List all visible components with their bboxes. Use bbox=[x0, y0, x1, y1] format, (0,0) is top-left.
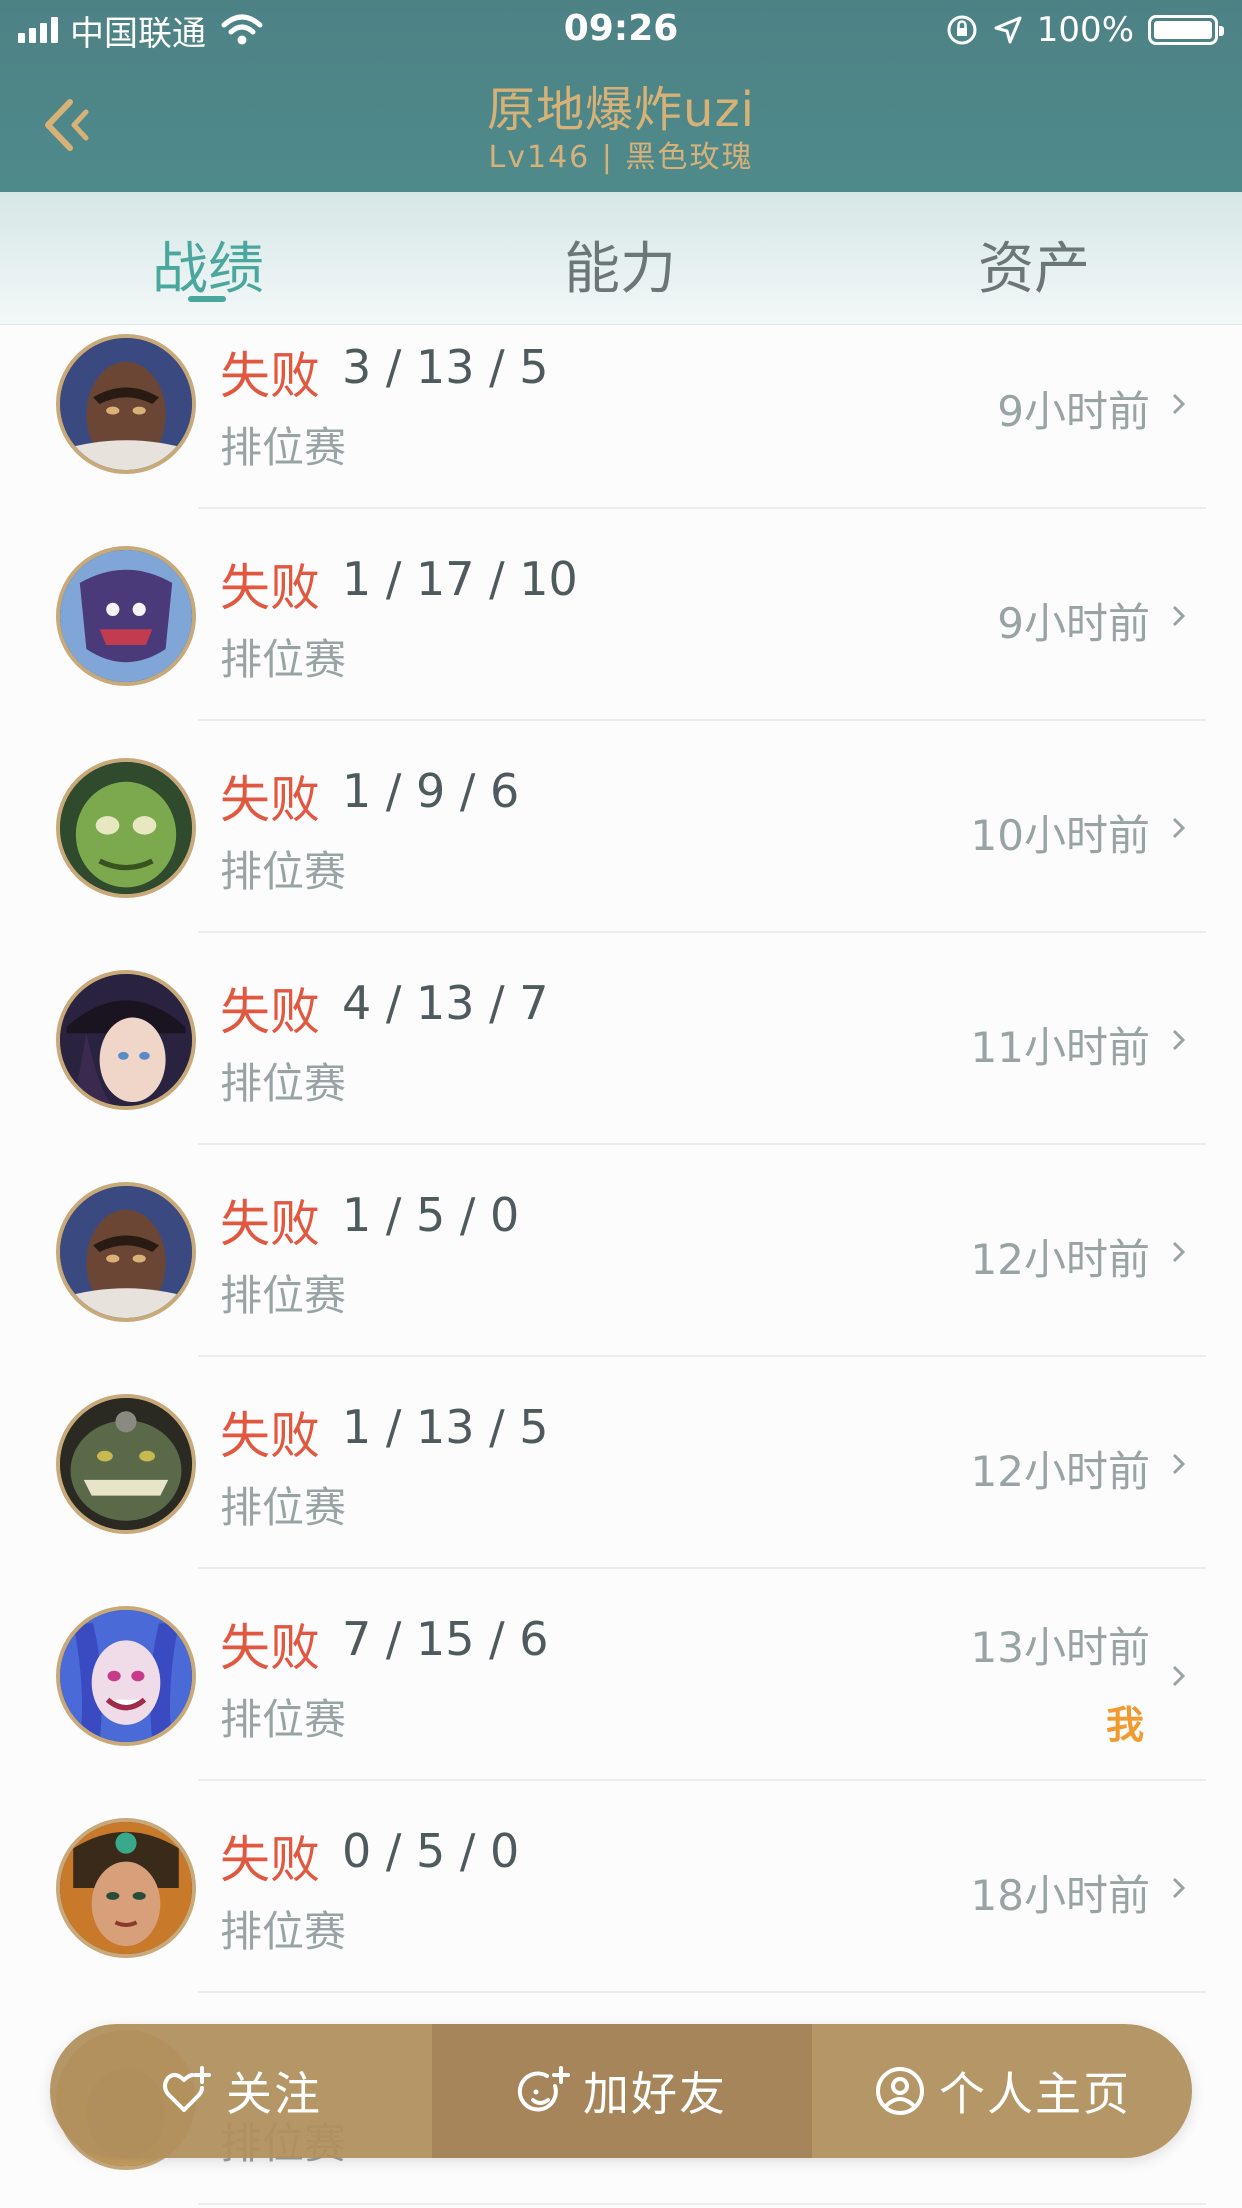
match-result: 失败 bbox=[220, 1831, 320, 1889]
match-row[interactable]: 失败 1 / 5 / 0 排位赛 12小时前 bbox=[0, 1170, 1242, 1382]
add-friend-button[interactable]: 加好友 bbox=[432, 2024, 812, 2158]
chevron-right-icon bbox=[1172, 1241, 1186, 1263]
page-title: 原地爆炸uzi bbox=[487, 82, 755, 138]
match-result: 失败 bbox=[220, 559, 320, 617]
chevron-right-icon bbox=[1172, 605, 1186, 627]
tab-record[interactable]: 战绩 bbox=[88, 224, 328, 305]
user-circle-icon bbox=[876, 2067, 924, 2115]
tab-ability[interactable]: 能力 bbox=[500, 224, 740, 305]
row-divider bbox=[198, 1779, 1206, 1781]
match-row[interactable]: 失败 1 / 13 / 5 排位赛 12小时前 bbox=[0, 1382, 1242, 1594]
match-kda: 3 / 13 / 5 bbox=[342, 340, 549, 394]
row-divider bbox=[198, 507, 1206, 509]
match-kda: 1 / 13 / 5 bbox=[342, 1400, 549, 1454]
profile-button[interactable]: 个人主页 bbox=[812, 2024, 1192, 2158]
match-result: 失败 bbox=[220, 1619, 320, 1677]
chevron-right-icon bbox=[1172, 817, 1186, 839]
chevron-right-icon bbox=[1172, 393, 1186, 415]
me-badge: 我 bbox=[1105, 1703, 1144, 1747]
match-kda: 4 / 13 / 7 bbox=[342, 976, 549, 1030]
location-icon bbox=[994, 16, 1022, 44]
tab-bar: 战绩 能力 资产 bbox=[0, 192, 1242, 325]
match-row[interactable]: 失败 7 / 15 / 6 排位赛 13小时前 我 bbox=[0, 1594, 1242, 1806]
tab-assets[interactable]: 资产 bbox=[914, 224, 1154, 305]
match-row[interactable]: 失败 1 / 17 / 10 排位赛 9小时前 bbox=[0, 534, 1242, 746]
profile-label: 个人主页 bbox=[939, 2067, 1131, 2121]
follow-button[interactable]: 关注 bbox=[50, 2024, 432, 2158]
match-time: 13小时前 bbox=[970, 1623, 1150, 1672]
match-mode: 排位赛 bbox=[220, 1907, 347, 1956]
match-mode: 排位赛 bbox=[220, 423, 347, 472]
match-kda: 7 / 15 / 6 bbox=[342, 1612, 549, 1666]
match-row[interactable]: 失败 3 / 13 / 5 排位赛 9小时前 bbox=[0, 324, 1242, 534]
match-kda: 0 / 5 / 0 bbox=[342, 1824, 520, 1878]
champion-avatar bbox=[56, 970, 196, 1110]
chevron-right-icon bbox=[1172, 1877, 1186, 1899]
add-friend-icon bbox=[517, 2066, 570, 2112]
status-bar-right: 100% bbox=[945, 8, 1224, 52]
match-kda: 1 / 9 / 6 bbox=[342, 764, 520, 818]
row-divider bbox=[198, 931, 1206, 933]
row-divider bbox=[198, 2203, 1206, 2205]
match-time: 10小时前 bbox=[970, 811, 1150, 860]
match-row[interactable]: 失败 0 / 5 / 0 排位赛 18小时前 bbox=[0, 1806, 1242, 2018]
row-divider bbox=[198, 1991, 1206, 1993]
match-row[interactable]: 失败 4 / 13 / 7 排位赛 11小时前 bbox=[0, 958, 1242, 1170]
match-time: 9小时前 bbox=[997, 387, 1150, 436]
match-result: 失败 bbox=[220, 1407, 320, 1465]
match-mode: 排位赛 bbox=[220, 1483, 347, 1532]
match-kda: 1 / 5 / 0 bbox=[342, 1188, 520, 1242]
champion-avatar bbox=[56, 1394, 196, 1534]
match-mode: 排位赛 bbox=[220, 847, 347, 896]
match-time: 12小时前 bbox=[970, 1447, 1150, 1496]
chevron-right-icon bbox=[1172, 1453, 1186, 1475]
champion-avatar bbox=[56, 334, 196, 474]
heart-plus-icon bbox=[163, 2066, 211, 2112]
row-divider bbox=[198, 1567, 1206, 1569]
row-divider bbox=[198, 1143, 1206, 1145]
follow-label: 关注 bbox=[226, 2067, 322, 2121]
match-result: 失败 bbox=[220, 983, 320, 1041]
champion-avatar bbox=[56, 1818, 196, 1958]
match-list[interactable]: 失败 3 / 13 / 5 排位赛 9小时前 失败 1 / 17 / 10 排位… bbox=[0, 324, 1242, 2208]
row-divider bbox=[198, 1355, 1206, 1357]
champion-avatar bbox=[56, 1606, 196, 1746]
champion-avatar bbox=[56, 758, 196, 898]
match-time: 12小时前 bbox=[970, 1235, 1150, 1284]
match-mode: 排位赛 bbox=[220, 635, 347, 684]
add-friend-label: 加好友 bbox=[583, 2067, 727, 2121]
match-time: 9小时前 bbox=[997, 599, 1150, 648]
match-result: 失败 bbox=[220, 1195, 320, 1253]
status-bar: 中国联通 09:26 100% bbox=[0, 0, 1242, 62]
match-result: 失败 bbox=[220, 347, 320, 405]
chevron-right-icon bbox=[1172, 1029, 1186, 1051]
match-kda: 1 / 17 / 10 bbox=[342, 552, 578, 606]
page-subtitle: Lv146 | 黑色玫瑰 bbox=[488, 140, 754, 175]
match-mode: 排位赛 bbox=[220, 1059, 347, 1108]
champion-avatar bbox=[56, 1182, 196, 1322]
match-time: 11小时前 bbox=[970, 1023, 1150, 1072]
match-mode: 排位赛 bbox=[220, 1271, 347, 1320]
active-tab-indicator bbox=[188, 296, 226, 302]
chevron-right-icon bbox=[1172, 1665, 1186, 1687]
orientation-lock-icon bbox=[947, 15, 977, 45]
champion-avatar bbox=[56, 546, 196, 686]
match-result: 失败 bbox=[220, 771, 320, 829]
bottom-action-bar: 关注 加好友 个人主页 bbox=[50, 2024, 1192, 2158]
match-row[interactable]: 失败 1 / 9 / 6 排位赛 10小时前 bbox=[0, 746, 1242, 958]
match-time: 18小时前 bbox=[970, 1871, 1150, 1920]
match-mode: 排位赛 bbox=[220, 1695, 347, 1744]
top-header: 中国联通 09:26 100% 原地爆炸uzi Lv146 | 黑色玫瑰 bbox=[0, 0, 1242, 192]
battery-percent: 100% bbox=[1036, 10, 1134, 50]
battery-icon bbox=[1148, 15, 1224, 45]
row-divider bbox=[198, 719, 1206, 721]
